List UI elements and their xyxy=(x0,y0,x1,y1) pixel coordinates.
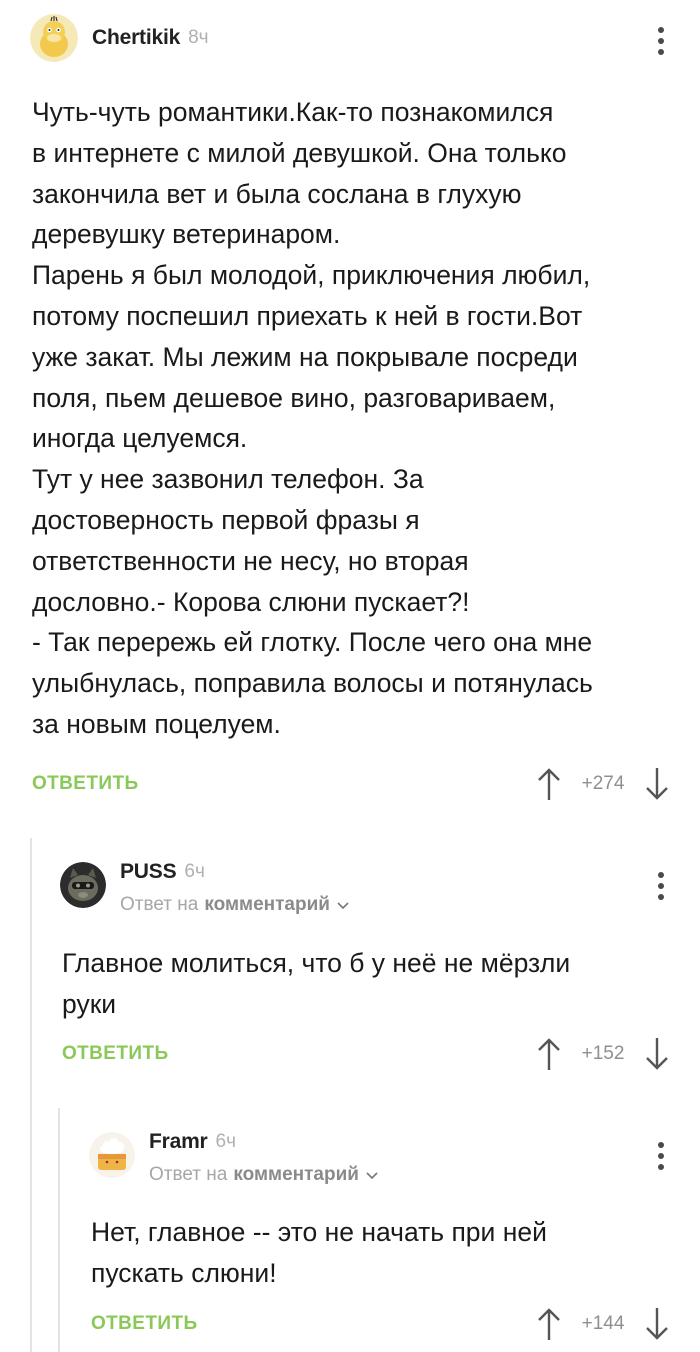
comment-text: Нет, главное -- это не начать при ней пу… xyxy=(91,1217,547,1288)
reply-button[interactable]: ОТВЕТИТЬ xyxy=(91,1313,198,1335)
arrow-down-icon[interactable] xyxy=(644,766,670,802)
score: +274 xyxy=(581,773,625,794)
score: +144 xyxy=(581,1313,625,1334)
reply-to-target[interactable]: комментарий xyxy=(204,894,330,916)
comment-header: Chertikik 8ч xyxy=(30,14,209,62)
kebab-menu-icon[interactable] xyxy=(656,872,666,900)
chevron-down-icon[interactable] xyxy=(365,1168,379,1182)
comment-time: 6ч xyxy=(184,861,205,882)
kebab-menu-icon[interactable] xyxy=(656,1142,666,1170)
author-name[interactable]: PUSS xyxy=(120,860,177,884)
comment-time: 6ч xyxy=(215,1131,236,1152)
comment-text: Главное молиться, что б у неё не мёрзли … xyxy=(62,948,571,1019)
thread-line xyxy=(58,1108,60,1352)
comment-text: Чуть-чуть романтики.Как-то познакомился … xyxy=(32,97,593,739)
user-avatar[interactable] xyxy=(89,1132,135,1178)
arrow-up-icon[interactable] xyxy=(536,766,562,802)
vote-controls: +274 xyxy=(536,766,670,802)
thread-line xyxy=(30,838,32,1352)
arrow-up-icon[interactable] xyxy=(536,1036,562,1072)
arrow-up-icon[interactable] xyxy=(536,1306,562,1342)
vote-controls: +152 xyxy=(536,1036,670,1072)
arrow-down-icon[interactable] xyxy=(644,1036,670,1072)
score: +152 xyxy=(581,1043,625,1064)
reply-to-prefix: Ответ на xyxy=(149,1164,228,1185)
author-name[interactable]: Framr xyxy=(149,1130,208,1154)
user-avatar[interactable] xyxy=(30,14,78,62)
reply-button[interactable]: ОТВЕТИТЬ xyxy=(32,773,139,795)
reply-to-prefix: Ответ на xyxy=(120,894,199,915)
kebab-menu-icon[interactable] xyxy=(656,27,666,55)
chevron-down-icon[interactable] xyxy=(336,898,350,912)
reply-to-target[interactable]: комментарий xyxy=(233,1164,359,1186)
user-avatar[interactable] xyxy=(60,862,106,908)
comment-time: 8ч xyxy=(188,27,209,48)
arrow-down-icon[interactable] xyxy=(644,1306,670,1342)
vote-controls: +144 xyxy=(536,1306,670,1342)
reply-button[interactable]: ОТВЕТИТЬ xyxy=(62,1043,169,1065)
reply-to-link[interactable]: Ответ на комментарий xyxy=(120,894,350,916)
reply-to-link[interactable]: Ответ на комментарий xyxy=(149,1164,379,1186)
author-name[interactable]: Chertikik xyxy=(92,26,180,50)
